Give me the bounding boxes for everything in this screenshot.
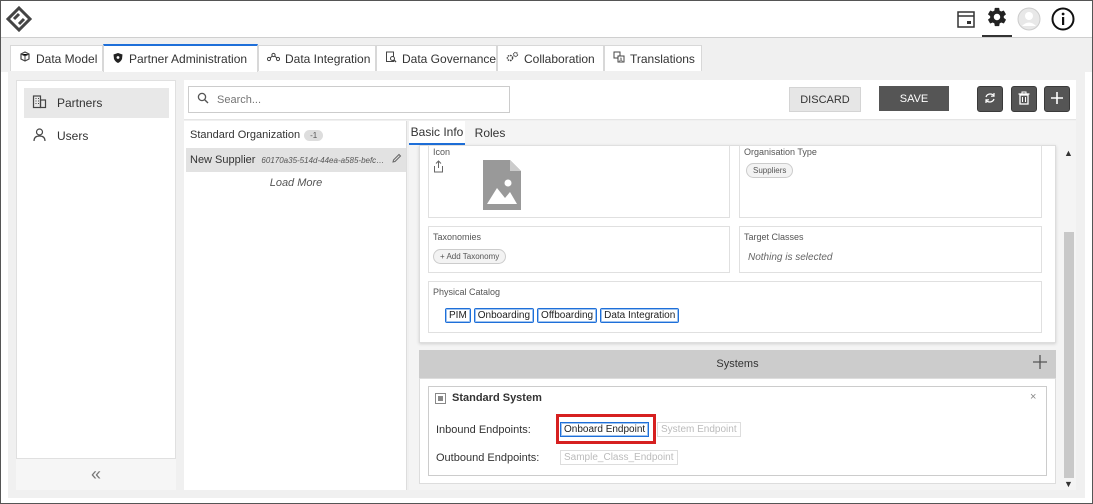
target-classes-select[interactable]: Nothing is selected [748,252,833,263]
icon-card [428,145,730,218]
physical-catalog-label: Physical Catalog [433,287,501,297]
scrollbar-thumb[interactable] [1064,232,1074,478]
double-chevron-left-icon: « [90,464,101,484]
close-icon[interactable]: × [1030,391,1036,403]
target-classes-label: Target Classes [744,232,804,242]
trash-icon [1017,91,1031,108]
endpoint-onboard[interactable]: Onboard Endpoint [560,422,650,437]
organisation-type-chip[interactable]: Suppliers [746,163,794,178]
info-icon[interactable] [1050,6,1076,32]
refresh-icon [983,91,997,108]
delete-button[interactable] [1011,86,1037,112]
scroll-down-icon[interactable]: ▼ [1064,479,1073,489]
catalog-tag-offboarding[interactable]: Offboarding [537,308,598,323]
tab-roles[interactable]: Roles [468,121,512,145]
tab-data-governance[interactable]: Data Governance [376,45,497,71]
pencil-icon[interactable] [391,153,402,167]
tab-partner-administration[interactable]: Partner Administration [103,44,258,72]
endpoint-system[interactable]: System Endpoint [657,422,741,437]
shield-icon [112,52,124,67]
discard-button[interactable]: DISCARD [789,87,861,112]
search-box[interactable] [188,86,510,113]
tab-label: Data Integration [285,51,371,66]
search-icon [197,92,209,107]
add-taxonomy-button[interactable]: + Add Taxonomy [433,249,507,264]
gear-icon [986,6,1008,31]
catalog-tag-data-integration[interactable]: Data Integration [600,308,680,323]
tab-basic-info[interactable]: Basic Info [409,121,465,145]
systems-header: Systems [419,350,1056,378]
add-button[interactable] [1044,86,1070,112]
save-button[interactable]: SAVE [879,86,949,111]
search-input[interactable] [217,93,497,106]
sidebar-collapse-button[interactable]: « [16,458,176,490]
tab-label: Data Model [36,51,98,66]
organisation-type-label: Organisation Type [744,147,817,157]
tab-translations[interactable]: A Translations [604,45,702,71]
tab-data-model[interactable]: Data Model [10,45,103,71]
cubes-icon [19,51,31,66]
image-placeholder-icon [483,160,521,213]
organization-group-header[interactable]: Standard Organization -1 [190,129,324,141]
scroll-up-icon[interactable]: ▲ [1064,148,1073,158]
sidebar-item-partners[interactable]: Partners [24,88,169,118]
tab-label: Partner Administration [129,52,248,66]
group-count-badge: -1 [304,129,324,141]
physical-catalog-card [428,281,1042,333]
group-label: Standard Organization [190,129,301,141]
top-bar [1,1,1092,38]
sidebar-item-label: Partners [57,96,103,110]
add-system-icon[interactable] [1032,354,1048,373]
partner-id: 60170a35-514d-44ea-a585-befc8... [261,155,386,165]
catalog-tags: PIM Onboarding Offboarding Data Integrat… [445,308,680,323]
doc-search-icon [385,51,397,66]
system-checkbox-icon[interactable] [435,393,446,407]
tab-label: Collaboration [524,51,595,66]
user-avatar-icon[interactable] [1016,6,1042,32]
plus-icon [1050,91,1064,108]
buildings-icon [32,94,47,112]
calendar-icon[interactable] [953,6,979,32]
settings-tab[interactable] [982,1,1012,37]
system-name: Standard System [452,392,542,404]
sidebar-item-label: Users [57,129,89,143]
partner-name: New Supplier [190,154,256,166]
list-item[interactable]: New Supplier 60170a35-514d-44ea-a585-bef… [186,148,406,172]
taxonomies-label: Taxonomies [433,232,482,242]
tab-label: Translations [630,51,695,66]
inbound-endpoints-label: Inbound Endpoints: [436,424,531,436]
icon-label: Icon [433,147,451,157]
load-more-link[interactable]: Load More [186,177,406,189]
gears-icon [506,51,519,66]
catalog-tag-onboarding[interactable]: Onboarding [473,308,535,323]
sidebar-item-users[interactable]: Users [24,121,169,151]
app-logo[interactable] [5,5,33,33]
tab-data-integration[interactable]: Data Integration [258,45,376,71]
upload-icon[interactable] [433,160,444,176]
catalog-tag-pim[interactable]: PIM [445,308,471,323]
endpoint-sample-class[interactable]: Sample_Class_Endpoint [560,450,678,465]
refresh-button[interactable] [977,86,1003,112]
tab-label: Data Governance [402,51,497,66]
systems-title: Systems [716,358,759,370]
translate-icon: A [613,51,625,66]
outbound-endpoints-label: Outbound Endpoints: [436,452,540,464]
nodes-icon [266,51,281,66]
user-icon [32,127,47,145]
tab-collaboration[interactable]: Collaboration [497,45,604,71]
